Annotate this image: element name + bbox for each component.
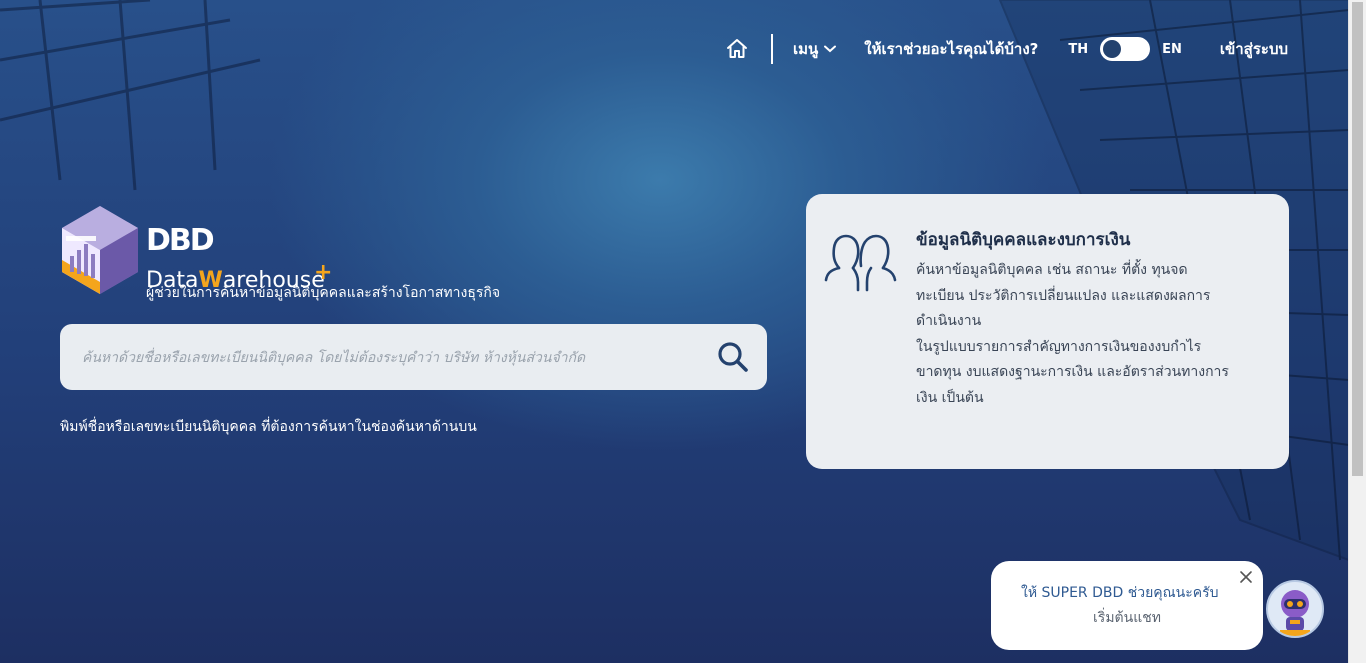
card-title: ข้อมูลนิติบุคคลและงบการเงิน [916, 230, 1131, 250]
card-line: ขาดทุน งบแสดงฐานะการเงิน และอัตราส่วนทาง… [916, 364, 1229, 380]
nav-divider [770, 34, 773, 64]
search-box [60, 324, 767, 390]
close-icon[interactable] [1239, 570, 1253, 584]
help-link[interactable]: ให้เราช่วยอะไรคุณได้บ้าง? [864, 37, 1038, 61]
card-line: ดำเนินงาน [916, 313, 982, 329]
card-line: ในรูปแบบรายการสำคัญทางการเงินของงบกำไร [916, 338, 1202, 355]
chatbot-avatar[interactable] [1266, 580, 1324, 638]
logo-dbd-text: DBD [146, 223, 215, 258]
top-nav: เมนู ให้เราช่วยอะไรคุณได้บ้าง? TH EN เข้… [725, 30, 1288, 68]
card-line: ทะเบียน ประวัติการเปลี่ยนแปลง และแสดงผลก… [916, 287, 1211, 304]
card-description: ค้นหาข้อมูลนิติบุคคล เช่น สถานะ ที่ตั้ง … [916, 258, 1266, 411]
logo-plus: + [314, 260, 333, 285]
search-hint: พิมพ์ชื่อหรือเลขทะเบียนนิติบุคคล ที่ต้อง… [60, 419, 477, 435]
lang-en-label: EN [1162, 41, 1182, 57]
language-toggle[interactable] [1100, 37, 1151, 61]
robot-mascot-icon [1280, 590, 1310, 636]
login-link[interactable]: เข้าสู่ระบบ [1220, 37, 1288, 61]
dbd-logo: DBD DataWarehouse + ผู้ช่วยในการค้นหาข้อ… [60, 204, 530, 304]
card-line: เงิน เป็นต้น [916, 389, 984, 406]
card-line: ค้นหาข้อมูลนิติบุคคล เช่น สถานะ ที่ตั้ง … [916, 262, 1188, 278]
chat-prompt: ให้ SUPER DBD ช่วยคุณนะครับ [1021, 585, 1219, 601]
chevron-down-icon [824, 45, 837, 53]
logo-cube-icon [62, 206, 138, 294]
scrollbar-thumb[interactable] [1352, 2, 1363, 476]
search-input[interactable] [80, 340, 704, 376]
home-icon[interactable] [725, 37, 749, 61]
lang-th-label: TH [1068, 41, 1089, 57]
info-card: ข้อมูลนิติบุคคลและงบการเงิน ค้นหาข้อมูลน… [806, 194, 1289, 469]
search-icon[interactable] [717, 341, 749, 373]
menu-dropdown[interactable]: เมนู [792, 37, 837, 61]
chat-start-link[interactable]: เริ่มต้นแชท [991, 607, 1263, 629]
toggle-knob [1103, 40, 1122, 58]
people-icon [824, 234, 897, 292]
menu-label: เมนู [792, 40, 819, 58]
chat-bubble[interactable]: ให้ SUPER DBD ช่วยคุณนะครับ เริ่มต้นแชท [991, 561, 1263, 650]
page-scrollbar[interactable] [1348, 0, 1366, 663]
logo-tagline: ผู้ช่วยในการค้นหาข้อมูลนิติบุคคลและสร้าง… [146, 285, 501, 301]
